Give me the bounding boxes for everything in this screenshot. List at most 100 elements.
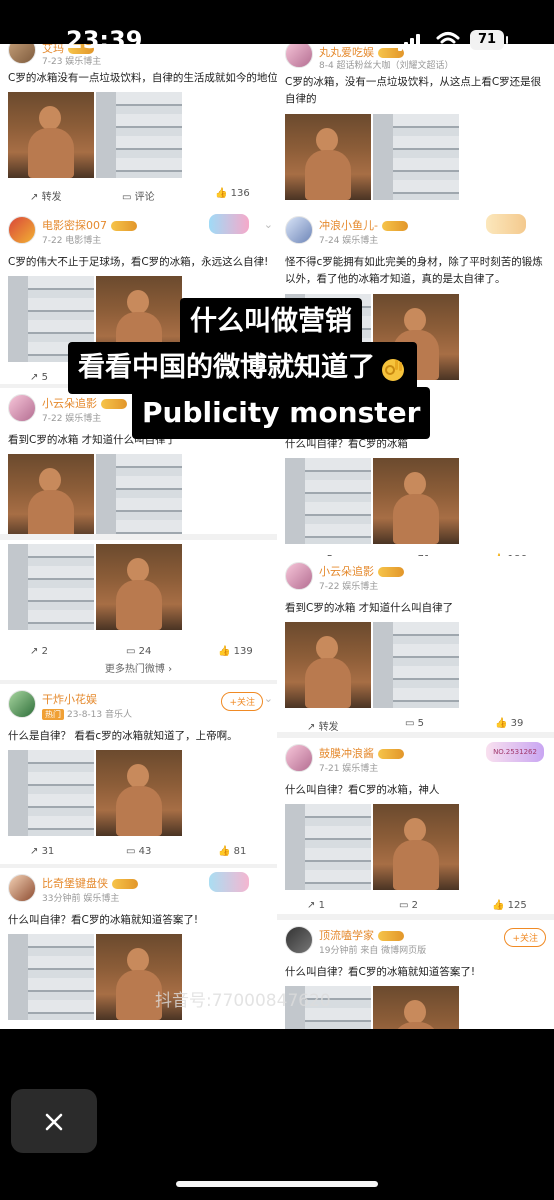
fridge-photo[interactable] [8, 276, 94, 362]
chevron-down-icon[interactable]: ⌄ [264, 692, 273, 705]
decoration-card-icon [209, 872, 249, 892]
right-column: 丸丸爱吃娱 8-4 超话粉丝大咖（刘耀文超话） C罗的冰箱，没有一点垃圾饮料，从… [277, 44, 554, 1029]
post-images [8, 454, 277, 534]
avatar[interactable] [8, 394, 36, 422]
fridge-photo[interactable] [285, 804, 371, 890]
post-card: 小云朵追影 7-22 娱乐博主 看到C罗的冰箱 才知道什么叫自律了 [0, 388, 277, 534]
close-button[interactable] [11, 1089, 97, 1153]
avatar[interactable] [285, 744, 313, 772]
username[interactable]: 电影密探007 [42, 217, 137, 233]
username[interactable]: 冲浪小鱼儿- [319, 217, 408, 233]
avatar[interactable] [285, 562, 313, 590]
fridge-photo[interactable] [285, 986, 371, 1029]
fridge-photo[interactable] [8, 544, 94, 630]
avatar[interactable] [285, 216, 313, 244]
ronaldo-photo[interactable] [8, 454, 94, 534]
username[interactable]: 小云朵追影 [319, 563, 404, 579]
chevron-down-icon[interactable]: ⌄ [264, 218, 273, 231]
repost-button[interactable]: ↗ 31 [30, 846, 54, 857]
vip-badge-icon [378, 749, 404, 759]
ronaldo-photo[interactable] [96, 934, 182, 1020]
like-button[interactable]: 👍 81 [218, 846, 246, 857]
post-text: 怪不得c罗能拥有如此完美的身材，除了平时刻苦的锻炼以外，看了他的冰箱才知道，真的… [285, 256, 543, 285]
wifi-icon [436, 32, 460, 50]
post-images [285, 458, 554, 546]
post-card: 鼓膜冲浪酱 7-21 娱乐博主 NO.2531262 什么叫自律？看C罗的冰箱，… [277, 738, 554, 914]
post-card: 电影密探007 7-22 电影博主 ⌄ C罗的伟大不止于足球场，看C罗的冰箱，永… [0, 210, 277, 384]
post-meta: 7-22 娱乐博主 [42, 414, 102, 424]
fridge-photo[interactable] [285, 458, 371, 544]
like-button[interactable]: 👍 139 [218, 646, 253, 657]
post-text: 什么叫自律？看C罗的冰箱就知道答案了! [8, 914, 199, 926]
ronaldo-photo[interactable] [96, 544, 182, 630]
fridge-photo[interactable] [8, 934, 94, 1020]
repost-button[interactable]: ↗ 5 [30, 372, 48, 383]
follow-button[interactable]: +关注 [221, 692, 263, 711]
more-hot-posts-link[interactable]: 更多热门微博 › [0, 660, 277, 675]
post-text: 什么叫自律？看C罗的冰箱就知道答案了! [285, 966, 476, 978]
post-meta: 8-4 超话粉丝大咖（刘耀文超话） [319, 61, 454, 71]
status-bar: 23:39 71 [0, 0, 554, 58]
weibo-screenshot-collage: 艾玛 7-23 娱乐博主 C罗的冰箱没有一点垃圾饮料，自律的生活成就如今的地位 … [0, 44, 554, 1029]
repost-button[interactable]: ↗ 转发 [30, 188, 62, 203]
post-meta: 19分钟前 来自 微博网页版 [319, 946, 427, 956]
comment-button[interactable]: ▭ 24 [126, 646, 151, 657]
post-images [285, 986, 554, 1029]
like-button[interactable]: 👍 39 [495, 718, 523, 729]
fridge-photo[interactable] [96, 92, 182, 178]
post-images [285, 804, 554, 892]
repost-button[interactable]: ↗ 1 [307, 900, 325, 911]
fridge-photo[interactable] [373, 114, 459, 200]
post-card: 比奇堡键盘侠 33分钟前 娱乐博主 什么叫自律？看C罗的冰箱就知道答案了! [0, 868, 277, 1029]
home-indicator[interactable] [176, 1181, 378, 1187]
avatar[interactable] [8, 216, 36, 244]
ronaldo-photo[interactable] [373, 294, 459, 380]
avatar[interactable] [8, 874, 36, 902]
fridge-photo[interactable] [373, 622, 459, 708]
ronaldo-photo[interactable] [285, 114, 371, 200]
ronaldo-photo[interactable] [96, 750, 182, 836]
repost-button[interactable]: ↗ 2 [30, 646, 48, 657]
post-images [8, 750, 277, 838]
fridge-photo[interactable] [8, 750, 94, 836]
username[interactable]: 鼓膜冲浪酱 [319, 745, 404, 761]
post-card: 冲浪小鱼儿- 7-24 娱乐博主 怪不得c罗能拥有如此完美的身材，除了平时刻苦的… [277, 210, 554, 438]
ronaldo-photo[interactable] [285, 622, 371, 708]
comment-button[interactable]: ▭ 2 [399, 900, 418, 911]
post-images [285, 294, 554, 382]
post-text: 什么叫自律？看C罗的冰箱，神人 [285, 784, 440, 796]
vip-badge-icon [378, 931, 404, 941]
comment-button[interactable]: ▭ 43 [126, 846, 151, 857]
username[interactable]: 小云朵追影 [42, 395, 127, 411]
decoration-card-icon [486, 214, 526, 234]
comment-button[interactable]: ▭ 评论 [122, 188, 155, 203]
like-button[interactable]: 👍 136 [215, 188, 250, 199]
left-column: 艾玛 7-23 娱乐博主 C罗的冰箱没有一点垃圾饮料，自律的生活成就如今的地位 … [0, 44, 277, 1029]
post-images [8, 544, 277, 632]
avatar[interactable] [8, 690, 36, 718]
repost-button[interactable]: ↗ 转发 [307, 718, 339, 732]
post-text: C罗的伟大不止于足球场，看C罗的冰箱，永远这么自律! [8, 256, 269, 268]
decoration-card-icon [209, 214, 249, 234]
follow-button[interactable]: +关注 [504, 928, 546, 947]
post-text: 什么叫自律？看C罗的冰箱 [285, 438, 408, 450]
close-icon [45, 1113, 63, 1131]
vip-badge-icon [378, 567, 404, 577]
ronaldo-photo[interactable] [373, 986, 459, 1029]
fridge-photo[interactable] [285, 294, 371, 380]
post-card: 顶流嗑学家 19分钟前 来自 微博网页版 +关注 什么叫自律？看C罗的冰箱就知道… [277, 920, 554, 1029]
post-images [8, 92, 277, 180]
username[interactable]: 干炸小花娱 [42, 691, 97, 707]
username[interactable]: 顶流嗑学家 [319, 927, 404, 943]
comment-button[interactable]: ▭ 5 [405, 718, 424, 729]
ronaldo-photo[interactable] [8, 92, 94, 178]
ronaldo-photo[interactable] [373, 458, 459, 544]
post-card: 艾玛 7-23 娱乐博主 C罗的冰箱没有一点垃圾饮料，自律的生活成就如今的地位 … [0, 44, 277, 210]
avatar[interactable] [285, 926, 313, 954]
username[interactable]: 比奇堡键盘侠 [42, 875, 138, 891]
ronaldo-photo[interactable] [96, 276, 182, 362]
ronaldo-photo[interactable] [373, 804, 459, 890]
fridge-photo[interactable] [96, 454, 182, 534]
like-button[interactable]: 👍 125 [492, 900, 527, 911]
post-actions: ↗ 转发 ▭ 评论 👍 136 [0, 180, 277, 208]
